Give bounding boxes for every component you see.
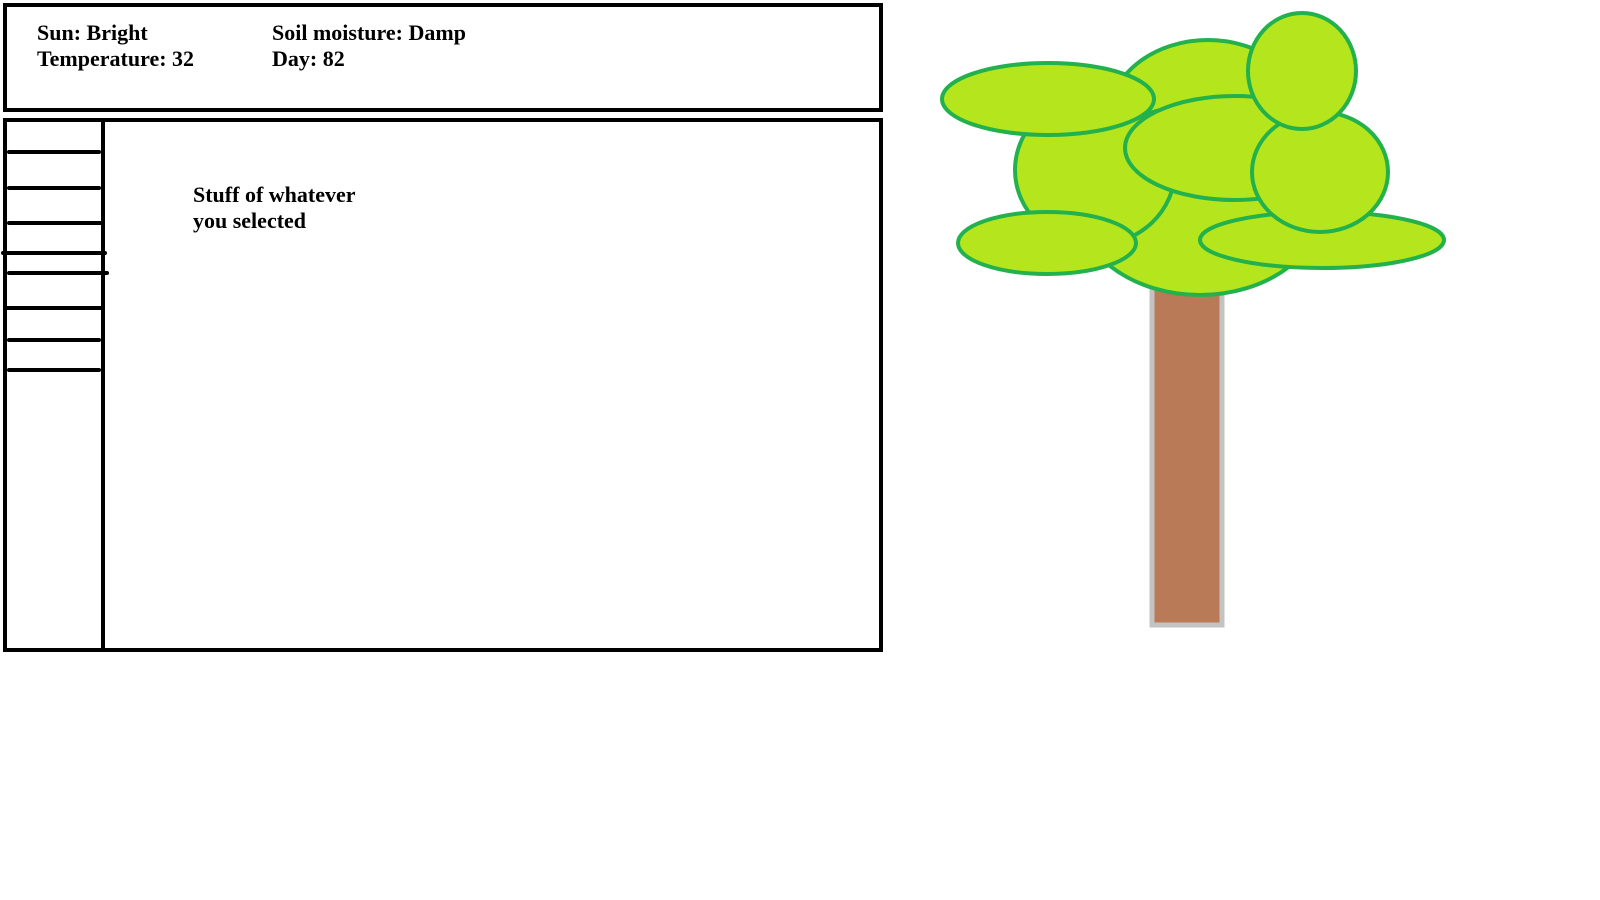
selection-details: Stuff of whatever you selected: [193, 182, 413, 234]
tree-foliage-blob: [956, 210, 1138, 276]
list-divider: [1, 251, 107, 255]
list-item[interactable]: [7, 225, 101, 253]
day-status: Day: 82: [272, 46, 345, 71]
list-item[interactable]: [7, 309, 101, 340]
plant-tree-illustration[interactable]: [930, 0, 1470, 640]
list-divider: [7, 150, 101, 154]
tree-foliage-blob: [1246, 11, 1358, 131]
list-divider: [7, 186, 101, 190]
list-item[interactable]: [7, 190, 101, 223]
tree-foliage-blob: [940, 61, 1156, 137]
status-panel: Sun: Bright Temperature: 32 Soil moistur…: [3, 3, 883, 112]
list-item[interactable]: [7, 122, 101, 152]
item-list-sidebar: [1, 122, 109, 648]
list-item[interactable]: [7, 154, 101, 188]
selection-details-line: Stuff of whatever: [193, 182, 356, 207]
list-item[interactable]: [7, 342, 101, 370]
temperature-status: Temperature: 32: [37, 46, 195, 71]
list-divider: [7, 338, 101, 342]
soil-moisture-status: Soil moisture: Damp: [272, 20, 466, 45]
main-panel: Stuff of whatever you selected: [1, 118, 883, 652]
list-divider: [7, 368, 101, 372]
selection-details-line: you selected: [193, 208, 307, 233]
tree-trunk: [1149, 267, 1225, 628]
list-divider: [7, 221, 105, 225]
list-item[interactable]: [7, 255, 101, 272]
tree-foliage-blob: [1250, 110, 1390, 234]
sun-status: Sun: Bright: [37, 20, 148, 45]
list-divider: [3, 306, 105, 310]
list-item[interactable]: [7, 274, 101, 307]
list-divider: [7, 271, 109, 275]
